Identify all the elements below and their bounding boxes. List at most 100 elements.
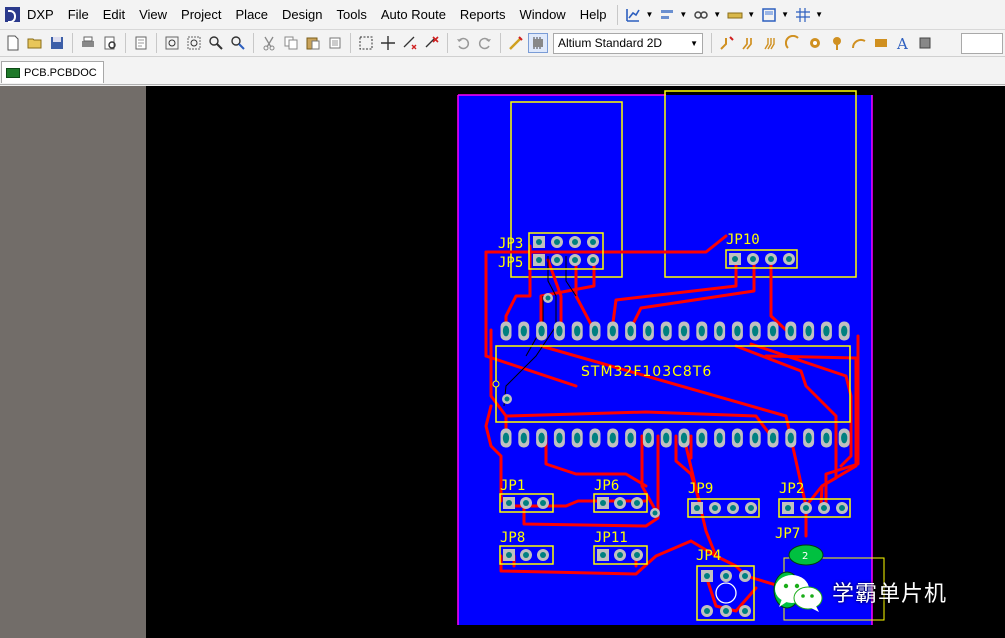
dxp-logo-icon[interactable] (5, 7, 20, 23)
save-icon[interactable] (47, 33, 67, 53)
pad-hole (841, 432, 848, 444)
designator-jp5: JP5 (498, 255, 523, 271)
print-preview-icon[interactable] (100, 33, 120, 53)
paste-icon[interactable] (303, 33, 323, 53)
room-tools-icon[interactable] (759, 5, 779, 25)
pad-hole (785, 505, 791, 511)
chevron-down-icon[interactable]: ▼ (645, 10, 653, 19)
rubber-stamp-icon[interactable] (325, 33, 345, 53)
component-icon[interactable] (915, 33, 935, 53)
pad-hole (540, 500, 546, 506)
pad-hole (627, 325, 634, 337)
arc-edge-icon[interactable] (849, 33, 869, 53)
pad-hole (591, 432, 599, 444)
pad-hole (556, 325, 563, 337)
menu-view[interactable]: View (132, 0, 174, 30)
grid-tools-icon[interactable] (793, 5, 813, 25)
pad-hole (523, 552, 529, 558)
zoom-fit-icon[interactable] (162, 33, 182, 53)
pad-hole (574, 432, 581, 444)
new-icon[interactable] (3, 33, 23, 53)
toolbar-search-input[interactable] (961, 32, 1003, 54)
menu-window[interactable]: Window (512, 0, 572, 30)
cross-probe-icon[interactable] (506, 33, 526, 53)
menu-auto-route[interactable]: Auto Route (374, 0, 453, 30)
chart-tools-icon[interactable] (623, 5, 643, 25)
menu-bar: DXP File Edit View Project Place Design … (0, 0, 1005, 30)
open-icon[interactable] (25, 33, 45, 53)
interactive-route-icon[interactable] (717, 33, 737, 53)
pad-hole (634, 500, 640, 506)
menu-edit[interactable]: Edit (96, 0, 132, 30)
pad-hole (572, 257, 578, 263)
find-tools-icon[interactable] (691, 5, 711, 25)
multi-route-icon[interactable] (761, 33, 781, 53)
menu-dxp[interactable]: DXP (20, 0, 61, 30)
pcb-editor-canvas[interactable]: STM32F103C8T6 JP3 JP5 JP10 JP1 JP6 JP9 J… (146, 86, 1005, 638)
menu-design[interactable]: Design (275, 0, 329, 30)
pad-hole (698, 432, 705, 444)
menu-place[interactable]: Place (229, 0, 276, 30)
designator-jp7: JP7 (775, 526, 800, 542)
toolbar-separator (156, 33, 157, 53)
pad-icon[interactable] (805, 33, 825, 53)
print-icon[interactable] (78, 33, 98, 53)
clear-filter-icon[interactable] (422, 33, 442, 53)
browse-component-icon[interactable] (528, 33, 548, 53)
pad-hole (520, 325, 527, 337)
pad-hole (523, 500, 529, 506)
chevron-down-icon[interactable]: ▼ (781, 10, 789, 19)
align-tools-icon[interactable] (657, 5, 677, 25)
fill-icon[interactable] (871, 33, 891, 53)
chevron-down-icon[interactable]: ▼ (713, 10, 721, 19)
pad-hole (591, 325, 599, 337)
menu-project[interactable]: Project (174, 0, 228, 30)
pad-hole (723, 573, 729, 579)
toolbar-separator (125, 33, 126, 53)
deselect-icon[interactable] (400, 33, 420, 53)
menu-tools[interactable]: Tools (330, 0, 374, 30)
pad-hole (536, 239, 542, 245)
pad-hole (769, 325, 777, 337)
altium-designer-window: DXP File Edit View Project Place Design … (0, 0, 1005, 638)
menu-help[interactable]: Help (573, 0, 614, 30)
tab-pcb-pcbdoc[interactable]: PCB.PCBDOC (1, 61, 104, 83)
pad-hole (590, 257, 596, 263)
pad-hole (803, 505, 809, 511)
document-icon[interactable] (131, 33, 151, 53)
ruler-tools-icon[interactable] (725, 5, 745, 25)
chevron-down-icon[interactable]: ▼ (679, 10, 687, 19)
zoom-filter-icon[interactable] (228, 33, 248, 53)
pad-hole (663, 325, 670, 337)
arc-icon[interactable] (783, 33, 803, 53)
move-icon[interactable] (378, 33, 398, 53)
cut-icon[interactable] (259, 33, 279, 53)
view-mode-select[interactable]: Altium Standard 2D ▼ (553, 32, 703, 54)
chevron-down-icon[interactable]: ▼ (747, 10, 755, 19)
pad-hole (502, 432, 510, 444)
copy-icon[interactable] (281, 33, 301, 53)
workspace-side-panel[interactable] (0, 86, 146, 638)
diff-pair-route-icon[interactable] (739, 33, 759, 53)
select-area-icon[interactable] (356, 33, 376, 53)
toolbar-separator (500, 33, 501, 53)
menu-file[interactable]: File (61, 0, 96, 30)
string-icon[interactable]: A (893, 33, 913, 53)
via-icon[interactable] (827, 33, 847, 53)
pad-hole (590, 239, 596, 245)
pcb-board-drawing[interactable]: STM32F103C8T6 JP3 JP5 JP10 JP1 JP6 JP9 J… (146, 86, 1005, 638)
pad-hole (805, 325, 812, 337)
menu-reports[interactable]: Reports (453, 0, 513, 30)
pad-hole (645, 432, 652, 444)
designator-jp11: JP11 (594, 530, 628, 546)
view-mode-value: Altium Standard 2D (558, 36, 663, 50)
designator-jp3: JP3 (498, 236, 523, 252)
pad-hole (627, 432, 634, 444)
redo-icon[interactable] (475, 33, 495, 53)
zoom-selected-icon[interactable] (206, 33, 226, 53)
undo-icon[interactable] (453, 33, 473, 53)
toolbar-separator (350, 33, 351, 53)
chevron-down-icon[interactable]: ▼ (815, 10, 823, 19)
zoom-area-icon[interactable] (184, 33, 204, 53)
pcb-document-icon (6, 67, 20, 78)
